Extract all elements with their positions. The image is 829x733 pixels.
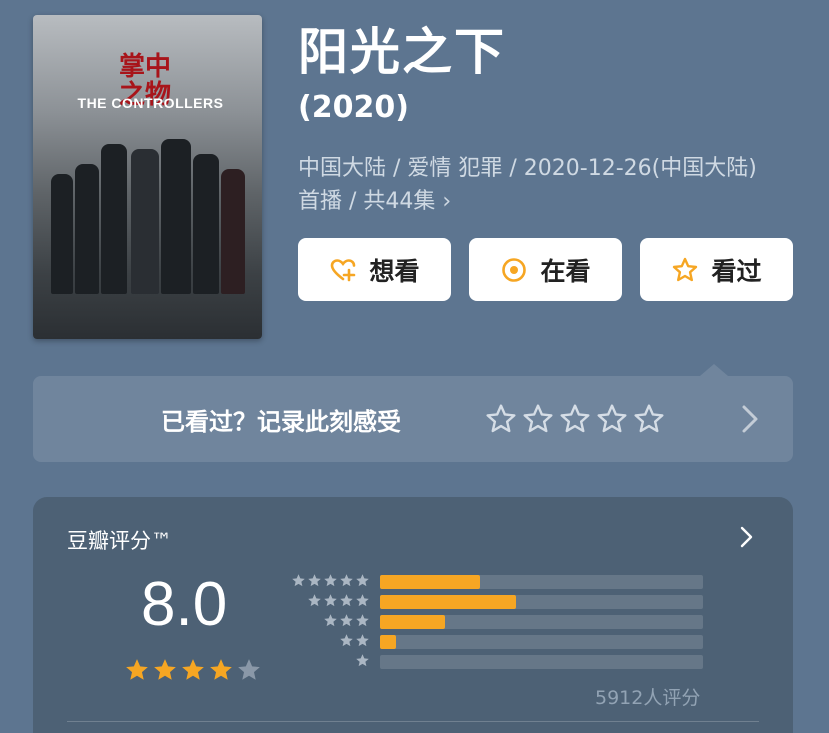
rating-count[interactable]: 5912人评分	[595, 683, 700, 710]
small-star-icon	[340, 594, 353, 607]
douban-rating-card[interactable]: 豆瓣评分™ 8.0 5912人评分	[33, 497, 793, 733]
poster-english-title: THE CONTROLLERS	[77, 95, 224, 111]
filled-star-icon	[126, 659, 148, 680]
empty-star-icon[interactable]	[559, 403, 591, 435]
distribution-track	[380, 595, 703, 609]
poster-figure	[221, 169, 245, 294]
empty-star-icon[interactable]	[596, 403, 628, 435]
poster-figure	[101, 144, 127, 294]
poster-figure	[75, 164, 99, 294]
distribution-stars	[265, 653, 370, 668]
small-star-icon	[340, 634, 353, 647]
watched-label: 看过	[711, 256, 762, 286]
small-star-icon	[308, 574, 321, 587]
distribution-bar	[380, 595, 516, 609]
small-star-icon	[308, 594, 321, 607]
poster-image[interactable]: 掌中之物 THE CONTROLLERS	[33, 15, 262, 339]
rating-score: 8.0	[141, 570, 228, 639]
heart-plus-icon	[331, 258, 356, 281]
show-meta-link[interactable]: 中国大陆 / 爱情 犯罪 / 2020-12-26(中国大陆)首播 / 共44集…	[298, 152, 778, 218]
distribution-bar	[380, 635, 397, 649]
distribution-bar	[380, 575, 481, 589]
filled-star-icon	[210, 659, 232, 680]
record-feeling-bar[interactable]: 已看过？记录此刻感受	[33, 376, 793, 462]
distribution-stars	[265, 633, 370, 648]
distribution-stars	[265, 593, 370, 608]
small-star-icon	[356, 634, 369, 647]
chevron-right-icon[interactable]	[739, 525, 755, 549]
small-star-icon	[324, 574, 337, 587]
poster-figure	[161, 139, 191, 294]
filled-star-icon	[182, 659, 204, 680]
empty-star-icon[interactable]	[485, 403, 517, 435]
rating-stars	[124, 657, 262, 683]
distribution-bar	[380, 615, 445, 629]
small-star-icon	[292, 574, 305, 587]
small-star-icon	[340, 614, 353, 627]
poster-figure	[193, 154, 219, 294]
gray-star-icon	[238, 659, 260, 680]
small-star-icon	[340, 574, 353, 587]
target-icon	[502, 257, 527, 282]
divider	[67, 721, 759, 722]
record-feeling-text: 已看过？记录此刻感受	[161, 407, 401, 436]
star-icon	[673, 257, 698, 281]
rate-stars[interactable]	[485, 403, 665, 435]
small-star-icon	[356, 654, 369, 667]
empty-star-icon[interactable]	[633, 403, 665, 435]
filled-star-icon	[154, 659, 176, 680]
watching-label: 在看	[540, 256, 591, 286]
empty-star-icon[interactable]	[522, 403, 554, 435]
small-star-icon	[324, 614, 337, 627]
small-star-icon	[356, 574, 369, 587]
record-bar-pointer	[700, 364, 728, 376]
want-to-watch-button[interactable]: 想看	[298, 238, 451, 301]
small-star-icon	[356, 614, 369, 627]
small-star-icon	[324, 594, 337, 607]
rating-label: 豆瓣评分™	[67, 529, 172, 553]
distribution-track	[380, 615, 703, 629]
show-year: (2020)	[298, 90, 409, 125]
distribution-stars	[265, 573, 370, 588]
distribution-track	[380, 575, 703, 589]
want-to-watch-label: 想看	[369, 256, 420, 286]
distribution-track	[380, 655, 703, 669]
watched-button[interactable]: 看过	[640, 238, 793, 301]
small-star-icon	[356, 594, 369, 607]
poster-figure	[131, 149, 159, 294]
chevron-right-icon[interactable]	[739, 404, 761, 434]
poster-figure	[51, 174, 73, 294]
distribution-track	[380, 635, 703, 649]
watching-button[interactable]: 在看	[469, 238, 622, 301]
distribution-stars	[265, 613, 370, 628]
show-title: 阳光之下	[298, 23, 506, 81]
